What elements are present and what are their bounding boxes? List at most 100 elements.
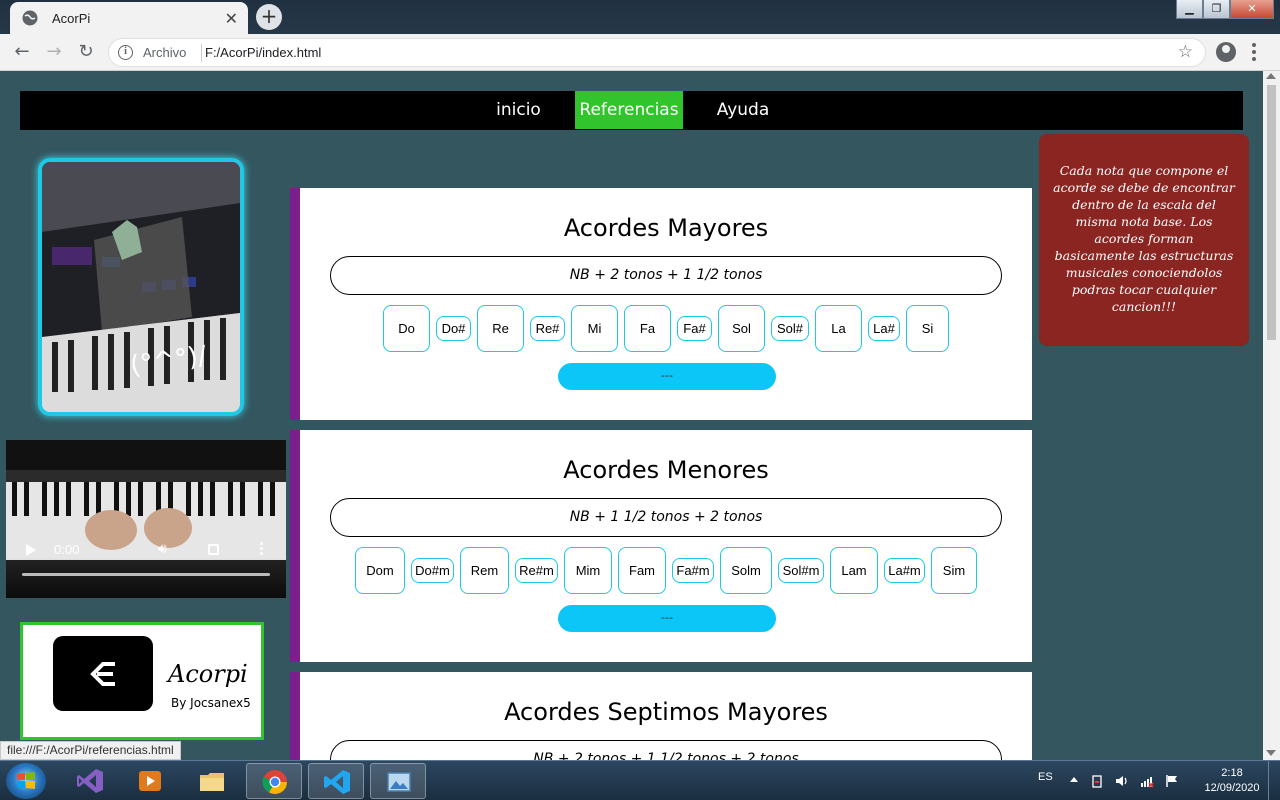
brand-card: Acorpi By Jocsanex5 <box>20 622 264 740</box>
play-icon[interactable] <box>26 544 36 556</box>
browser-menu-icon[interactable] <box>1252 43 1256 61</box>
windows-taskbar: ES 2:18 12/09/2020 <box>0 760 1280 800</box>
back-arrow-icon[interactable]: ← <box>12 42 32 62</box>
minimize-button[interactable]: ▁ <box>1176 0 1203 19</box>
video-time: 0:00 <box>54 542 80 557</box>
chord-button[interactable]: Fa <box>624 305 671 352</box>
network-icon[interactable] <box>1140 774 1154 788</box>
power-icon[interactable] <box>1090 774 1104 788</box>
chord-button[interactable]: Re <box>477 305 524 352</box>
acorpi-logo <box>53 636 153 711</box>
maximize-button[interactable]: ❐ <box>1203 0 1230 19</box>
forward-arrow-icon[interactable]: → <box>44 42 64 62</box>
system-clock[interactable]: 2:18 12/09/2020 <box>1200 766 1264 796</box>
folder-icon <box>200 773 224 791</box>
section-action-button[interactable]: --- <box>558 605 776 632</box>
chord-button[interactable]: La# <box>868 316 900 341</box>
windows-logo-icon <box>17 772 35 789</box>
video-player[interactable]: 0:00 🔊︎ <box>6 440 286 598</box>
chrome-icon <box>262 770 287 795</box>
nav-item-referencias[interactable]: Referencias <box>575 91 683 129</box>
brand-name: Acorpi <box>168 660 248 688</box>
taskbar-chrome[interactable] <box>246 763 302 799</box>
nav-item-inicio[interactable]: inicio <box>490 91 547 129</box>
reload-icon[interactable]: ↻ <box>76 42 96 62</box>
browser-tab-strip: AcorPi ✕ + ▁ ❐ ✕ <box>0 0 1280 34</box>
clock-time: 2:18 <box>1221 767 1243 779</box>
section-acordes-menores: Acordes Menores NB + 1 1/2 tonos + 2 ton… <box>290 430 1032 662</box>
nav-item-ayuda[interactable]: Ayuda <box>710 91 776 129</box>
url-omnibox[interactable]: i Archivo F:/AcorPi/index.html ☆ <box>108 38 1206 67</box>
account-icon[interactable] <box>1216 42 1236 62</box>
chord-button[interactable]: Lam <box>830 547 878 594</box>
taskbar-media-player[interactable] <box>122 763 178 799</box>
taskbar-vscode[interactable] <box>308 763 364 799</box>
fullscreen-icon[interactable] <box>208 544 219 555</box>
scrollbar-thumb[interactable] <box>1267 85 1276 340</box>
chord-button[interactable]: Mim <box>564 547 612 594</box>
section-title: Acordes Menores <box>563 456 769 484</box>
show-desktop-button[interactable] <box>1268 761 1280 800</box>
section-acordes-septimos-mayores: Acordes Septimos Mayores NB + 2 tonos + … <box>290 672 1032 760</box>
page-viewport: inicio Referencias Ayuda (°^°)/ 0:00 🔊︎ … <box>0 71 1263 760</box>
info-note: Cada nota que compone el acorde se debe … <box>1039 134 1249 346</box>
volume-icon[interactable]: 🔊︎ <box>158 541 167 557</box>
chord-button[interactable]: Dom <box>355 547 405 594</box>
chord-button[interactable]: Fam <box>618 547 666 594</box>
close-window-button[interactable]: ✕ <box>1230 0 1274 19</box>
new-tab-button[interactable]: + <box>256 4 282 30</box>
chord-button[interactable]: Rem <box>460 547 509 594</box>
show-hidden-icons-icon[interactable] <box>1070 777 1078 782</box>
url-text[interactable]: F:/AcorPi/index.html <box>205 45 321 60</box>
media-player-icon <box>139 771 161 791</box>
chord-button[interactable]: Sol#m <box>778 558 824 583</box>
chord-button[interactable]: Do# <box>436 316 471 341</box>
close-tab-icon[interactable]: ✕ <box>225 9 238 28</box>
chord-button[interactable]: La <box>815 305 862 352</box>
info-icon[interactable]: i <box>118 45 133 60</box>
photo-viewer-icon <box>387 772 411 792</box>
vscode-icon <box>324 770 350 794</box>
omnibox-divider <box>201 44 202 62</box>
chord-formula: NB + 2 tonos + 1 1/2 tonos <box>330 256 1002 295</box>
scroll-down-icon[interactable] <box>1266 750 1276 756</box>
tab-title: AcorPi <box>52 10 91 26</box>
chord-formula: NB + 2 tonos + 1 1/2 tonos + 2 tonos <box>330 740 1002 760</box>
browser-tab[interactable]: AcorPi ✕ <box>10 2 248 34</box>
bookmark-star-icon[interactable]: ☆ <box>1178 42 1193 62</box>
chord-button[interactable]: Re#m <box>515 558 558 583</box>
logo-mark-icon <box>90 662 115 686</box>
action-center-flag-icon[interactable] <box>1165 774 1179 788</box>
chord-button[interactable]: Sim <box>931 547 977 594</box>
chord-button[interactable]: Mi <box>571 305 618 352</box>
chord-button[interactable]: Do <box>383 305 430 352</box>
language-indicator[interactable]: ES <box>1038 771 1053 783</box>
section-action-button[interactable]: --- <box>558 363 776 390</box>
start-button[interactable] <box>6 763 46 799</box>
section-acordes-mayores: Acordes Mayores NB + 2 tonos + 1 1/2 ton… <box>290 188 1032 420</box>
chord-button[interactable]: Si <box>906 305 949 352</box>
chord-button[interactable]: Sol# <box>771 316 809 341</box>
more-options-icon[interactable] <box>260 542 263 557</box>
globe-icon <box>22 10 38 26</box>
keyboard-photo: (°^°)/ <box>38 158 244 416</box>
section-title: Acordes Mayores <box>563 214 769 242</box>
taskbar-photo-viewer[interactable] <box>370 763 426 799</box>
chord-button[interactable]: Fa# <box>677 316 712 341</box>
speaker-icon[interactable] <box>1115 774 1129 788</box>
chord-formula: NB + 1 1/2 tonos + 2 tonos <box>330 498 1002 537</box>
chord-button[interactable]: Sol <box>718 305 765 352</box>
page-scrollbar[interactable] <box>1263 71 1280 760</box>
video-progress-bar[interactable] <box>22 573 270 576</box>
address-bar: ← → ↻ i Archivo F:/AcorPi/index.html ☆ <box>0 34 1280 71</box>
taskbar-visual-studio[interactable] <box>62 763 118 799</box>
chord-button[interactable]: La#m <box>884 558 925 583</box>
chord-list: Do Do# Re Re# Mi Fa Fa# Sol Sol# La La# … <box>300 305 1032 352</box>
chord-button[interactable]: Solm <box>720 547 772 594</box>
chord-button[interactable]: Re# <box>530 316 565 341</box>
chord-button[interactable]: Do#m <box>411 558 454 583</box>
scroll-up-icon[interactable] <box>1266 73 1276 79</box>
chord-list: Dom Do#m Rem Re#m Mim Fam Fa#m Solm Sol#… <box>300 547 1032 594</box>
taskbar-file-explorer[interactable] <box>184 763 240 799</box>
chord-button[interactable]: Fa#m <box>672 558 714 583</box>
